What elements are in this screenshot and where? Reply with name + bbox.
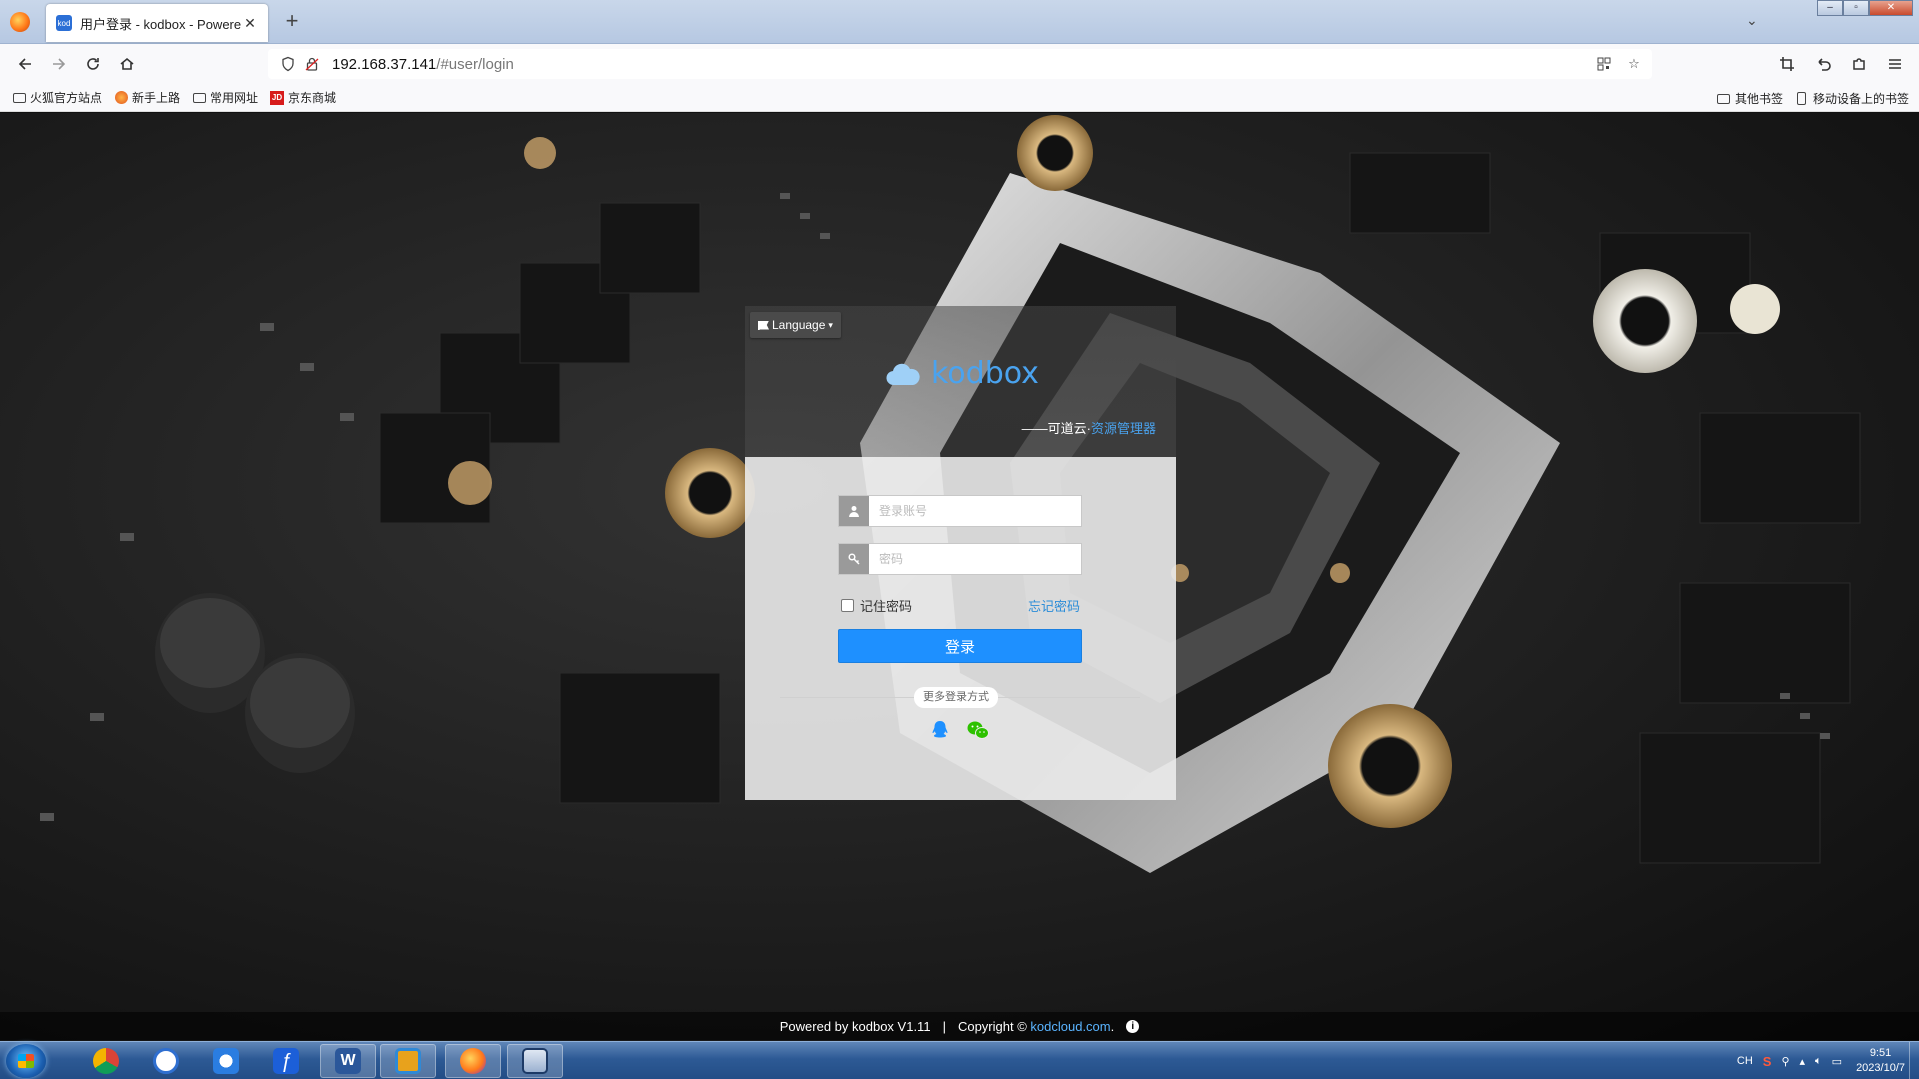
wechat-login-icon[interactable] xyxy=(967,719,989,741)
browser-tab-bar: kod 用户登录 - kodbox - Powere ✕ + ⌄ – ▫ ✕ xyxy=(0,0,1919,44)
info-icon[interactable]: i xyxy=(1126,1019,1140,1033)
action-center-icon[interactable]: ▭ xyxy=(1832,1055,1842,1068)
browser-tab-active[interactable]: kod 用户登录 - kodbox - Powere ✕ xyxy=(46,4,268,42)
show-hidden-icons-icon[interactable]: ▴ xyxy=(1800,1055,1806,1068)
login-page: Language ▾ kodbox ——可道云·资源管理器 登录账号 记住密码 … xyxy=(0,113,1919,1042)
minimize-button[interactable]: – xyxy=(1817,0,1843,16)
login-button[interactable]: 登录 xyxy=(838,629,1082,663)
password-input[interactable] xyxy=(869,544,1081,574)
firefox-icon xyxy=(114,91,128,104)
forward-arrow-icon[interactable] xyxy=(42,49,76,79)
network-icon[interactable]: ⚲ xyxy=(1781,1055,1789,1068)
forgot-password-link[interactable]: 忘记密码 xyxy=(1028,596,1080,615)
system-clock[interactable]: 9:51 2023/10/7 xyxy=(1856,1046,1905,1076)
login-form: 记住密码 忘记密码 登录 更多登录方式 xyxy=(745,457,1176,800)
password-field xyxy=(838,543,1082,575)
feishu-icon[interactable]: ƒ xyxy=(258,1044,314,1078)
mobile-device-icon xyxy=(1795,92,1809,105)
back-arrow-icon[interactable] xyxy=(8,49,42,79)
sogou-input-icon[interactable]: S xyxy=(1763,1054,1772,1069)
jd-icon: JD xyxy=(270,90,285,105)
user-icon xyxy=(839,496,869,526)
checkbox[interactable] xyxy=(841,599,854,612)
address-bar[interactable]: 192.168.37.141/#user/login ☆ xyxy=(268,49,1652,79)
window-close-button[interactable]: ✕ xyxy=(1869,0,1913,16)
new-tab-button[interactable]: + xyxy=(280,10,304,34)
home-icon[interactable] xyxy=(110,49,144,79)
login-header: Language ▾ kodbox ——可道云·资源管理器 xyxy=(745,306,1176,457)
caret-down-icon: ▾ xyxy=(828,319,833,330)
hamburger-menu-icon[interactable] xyxy=(1877,49,1913,79)
maximize-button[interactable]: ▫ xyxy=(1843,0,1869,16)
remember-password-checkbox[interactable]: 记住密码 xyxy=(841,596,912,615)
undo-close-tab-icon[interactable] xyxy=(1805,49,1841,79)
flag-icon xyxy=(758,320,769,330)
extensions-icon[interactable] xyxy=(1841,49,1877,79)
windows-taskbar: ƒ W CH S ⚲ ▴ 🔈︎ ▭ 9:51 2023/10/7 xyxy=(0,1041,1919,1079)
tab-list-chevron-icon[interactable]: ⌄ xyxy=(1746,12,1758,29)
lock-insecure-icon[interactable] xyxy=(300,52,324,76)
chrome-icon[interactable] xyxy=(78,1044,134,1078)
system-tray: CH S ⚲ ▴ 🔈︎ ▭ 9:51 2023/10/7 xyxy=(1727,1042,1905,1079)
page-footer: Powered by kodbox V1.11 | Copyright © ko… xyxy=(0,1012,1919,1040)
input-language-indicator[interactable]: CH xyxy=(1737,1055,1753,1067)
shield-icon[interactable] xyxy=(276,52,300,76)
key-icon xyxy=(839,544,869,574)
bookmark-mobile[interactable]: 移动设备上的书签 xyxy=(1795,90,1909,107)
brand-name: kodbox xyxy=(931,356,1039,391)
reload-icon[interactable] xyxy=(76,49,110,79)
username-field xyxy=(838,495,1082,527)
remote-app-icon[interactable] xyxy=(380,1044,436,1078)
more-login-methods-label: 更多登录方式 xyxy=(914,687,998,708)
kodbox-favicon-icon: kod xyxy=(56,15,72,31)
brand-logo: kodbox xyxy=(885,356,1039,391)
bookmark-getting-started[interactable]: 新手上路 xyxy=(114,89,180,106)
social-login-options xyxy=(929,719,1005,741)
bookmark-star-icon[interactable]: ☆ xyxy=(1622,52,1646,76)
folder-icon xyxy=(1717,93,1731,105)
clock-app-icon[interactable] xyxy=(138,1044,194,1078)
tab-close-icon[interactable]: ✕ xyxy=(242,15,258,32)
slogan: ——可道云·资源管理器 xyxy=(1021,421,1156,436)
language-dropdown[interactable]: Language ▾ xyxy=(750,312,841,338)
kodcloud-link[interactable]: kodcloud.com xyxy=(1030,1019,1110,1034)
tab-title: 用户登录 - kodbox - Powere xyxy=(80,16,242,32)
word-icon[interactable]: W xyxy=(320,1044,376,1078)
bookmark-other[interactable]: 其他书签 xyxy=(1717,90,1783,107)
cloud-icon xyxy=(886,363,920,385)
bookmarks-bar: 火狐官方站点 新手上路 常用网址 JD 京东商城 其他书签 移动设备上的书签 xyxy=(0,84,1919,112)
qr-code-icon[interactable] xyxy=(1592,52,1616,76)
baidu-netdisk-icon[interactable] xyxy=(198,1044,254,1078)
show-desktop-button[interactable] xyxy=(1909,1042,1919,1079)
qq-login-icon[interactable] xyxy=(929,719,951,741)
bookmark-common-sites[interactable]: 常用网址 xyxy=(192,89,258,106)
firefox-icon[interactable] xyxy=(445,1044,501,1078)
firefox-menu-icon[interactable] xyxy=(10,12,30,32)
folder-icon xyxy=(12,92,26,104)
username-input[interactable] xyxy=(869,496,1081,526)
bookmark-firefox-site[interactable]: 火狐官方站点 xyxy=(12,89,102,106)
bookmark-jd[interactable]: JD 京东商城 xyxy=(270,89,336,106)
browser-nav-bar: 192.168.37.141/#user/login ☆ xyxy=(0,44,1919,84)
folder-icon xyxy=(192,92,206,104)
start-button[interactable] xyxy=(6,1044,46,1078)
login-panel: Language ▾ kodbox ——可道云·资源管理器 登录账号 记住密码 … xyxy=(745,306,1176,800)
screenshot-crop-icon[interactable] xyxy=(1769,49,1805,79)
url-text: 192.168.37.141/#user/login xyxy=(332,55,514,73)
volume-icon[interactable]: 🔈︎ xyxy=(1815,1055,1822,1068)
desktop-app-icon[interactable] xyxy=(507,1044,563,1078)
window-controls: – ▫ ✕ xyxy=(1817,0,1913,16)
